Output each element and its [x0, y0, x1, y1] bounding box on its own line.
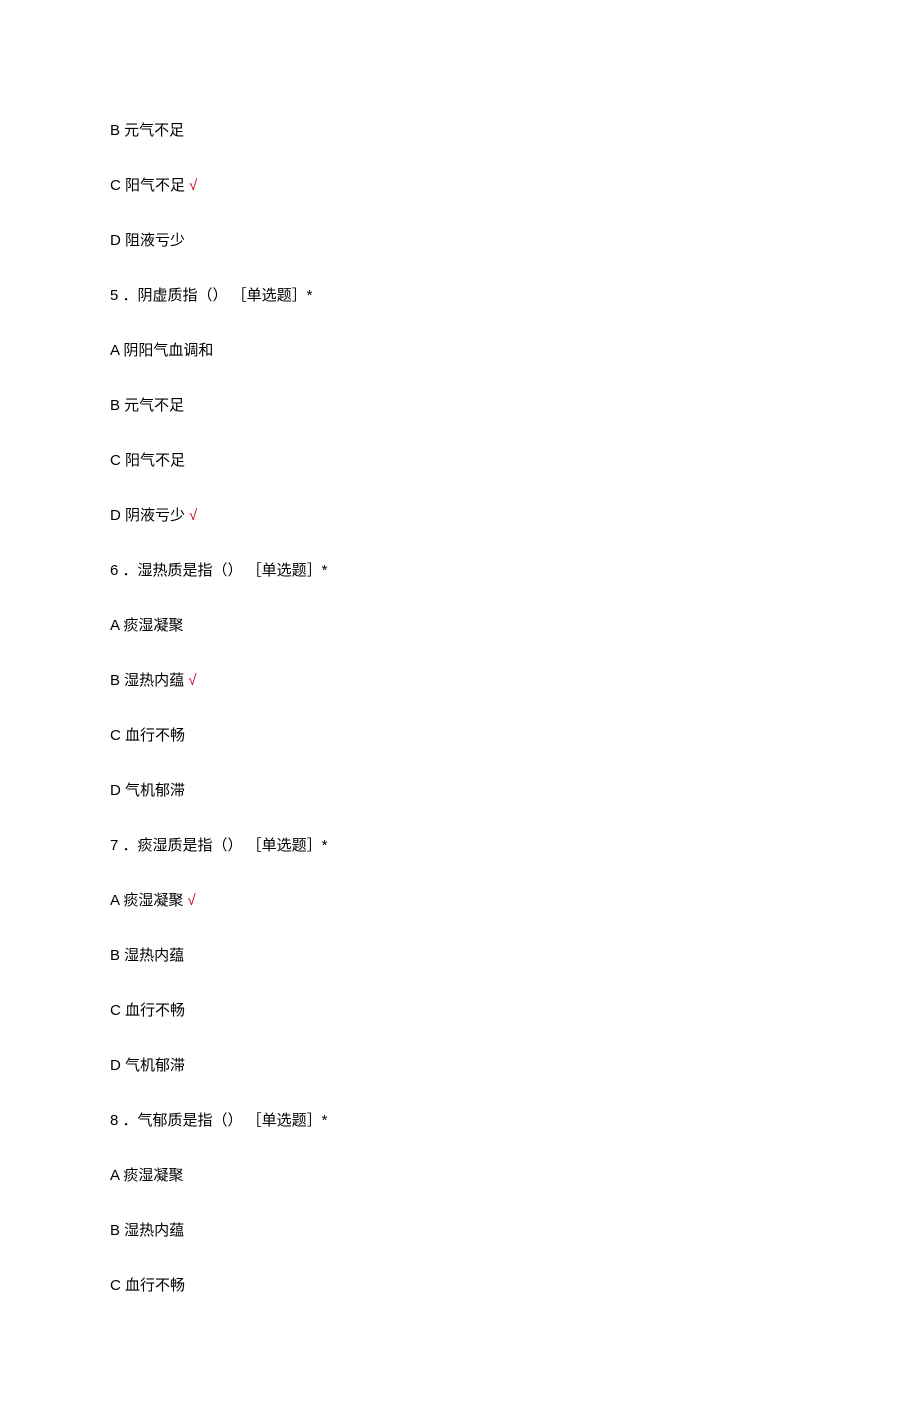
line-text: C 阳气不足	[110, 177, 185, 194]
text-line: B 湿热内蕴	[110, 945, 810, 966]
text-line: 6 ．湿热质是指（） ［单选题］*	[110, 560, 810, 581]
text-line: B 湿热内蕴	[110, 1220, 810, 1241]
line-text: A 痰湿凝聚	[110, 892, 183, 909]
text-line: 8 ．气郁质是指（） ［单选题］*	[110, 1110, 810, 1131]
text-line: D 阻液亏少	[110, 230, 810, 251]
line-text: A 痰湿凝聚	[110, 617, 183, 634]
checkmark-icon: √	[187, 892, 195, 909]
text-line: C 血行不畅	[110, 1275, 810, 1296]
line-text: C 血行不畅	[110, 1002, 185, 1019]
checkmark-icon: √	[189, 507, 197, 524]
text-line: B 元气不足	[110, 395, 810, 416]
text-line: C 阳气不足	[110, 450, 810, 471]
line-text: B 元气不足	[110, 397, 184, 414]
text-line: C 阳气不足√	[110, 175, 810, 196]
line-text: B 湿热内蕴	[110, 947, 184, 964]
text-line: 7 ．痰湿质是指（） ［单选题］*	[110, 835, 810, 856]
text-line: A 阴阳气血调和	[110, 340, 810, 361]
checkmark-icon: √	[189, 177, 197, 194]
checkmark-icon: √	[188, 672, 196, 689]
line-text: B 元气不足	[110, 122, 184, 139]
text-line: 5 ．阴虚质指（） ［单选题］*	[110, 285, 810, 306]
text-line: D 气机郁滞	[110, 780, 810, 801]
text-line: B 湿热内蕴√	[110, 670, 810, 691]
text-line: A 痰湿凝聚	[110, 1165, 810, 1186]
text-line: D 气机郁滞	[110, 1055, 810, 1076]
line-text: D 阻液亏少	[110, 232, 185, 249]
text-line: A 痰湿凝聚√	[110, 890, 810, 911]
line-text: 5 ．阴虚质指（） ［单选题］*	[110, 287, 313, 304]
line-text: D 阴液亏少	[110, 507, 185, 524]
line-text: C 血行不畅	[110, 727, 185, 744]
document-page: B 元气不足C 阳气不足√D 阻液亏少5 ．阴虚质指（） ［单选题］*A 阴阳气…	[0, 0, 920, 1410]
line-text: C 血行不畅	[110, 1277, 185, 1294]
line-text: 6 ．湿热质是指（） ［单选题］*	[110, 562, 328, 579]
line-text: B 湿热内蕴	[110, 672, 184, 689]
text-line: C 血行不畅	[110, 725, 810, 746]
line-text: D 气机郁滞	[110, 782, 185, 799]
text-line: C 血行不畅	[110, 1000, 810, 1021]
line-text: D 气机郁滞	[110, 1057, 185, 1074]
text-line: A 痰湿凝聚	[110, 615, 810, 636]
line-text: A 痰湿凝聚	[110, 1167, 183, 1184]
line-text: 7 ．痰湿质是指（） ［单选题］*	[110, 837, 328, 854]
line-text: A 阴阳气血调和	[110, 342, 213, 359]
text-line: B 元气不足	[110, 120, 810, 141]
line-text: C 阳气不足	[110, 452, 185, 469]
line-text: 8 ．气郁质是指（） ［单选题］*	[110, 1112, 328, 1129]
text-line: D 阴液亏少√	[110, 505, 810, 526]
line-text: B 湿热内蕴	[110, 1222, 184, 1239]
